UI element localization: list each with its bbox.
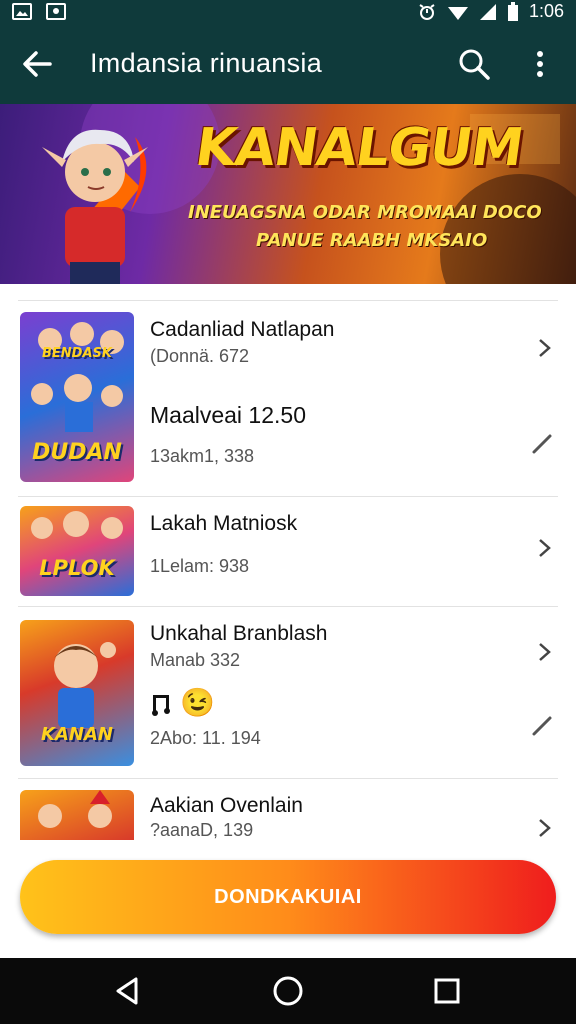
banner-headline: KANALGUM — [191, 118, 527, 178]
hero-character-image — [42, 129, 148, 284]
item-subtitle: Manab 332 — [150, 650, 241, 670]
status-bar: 1:06 — [0, 0, 576, 24]
emoji-wink: 😉 — [180, 687, 215, 718]
status-time: 1:06 — [528, 1, 564, 21]
game-thumbnail: KANAN — [20, 620, 134, 766]
item-subtitle: ?aanaD, 139 — [150, 820, 254, 840]
thumbnail-caption: LPLOK — [39, 556, 115, 580]
item-price: Maalveai 12.50 — [150, 402, 306, 428]
signal-icon — [479, 3, 496, 20]
item-subtitle: (Donnä. 672 — [150, 346, 250, 366]
wifi-icon — [447, 6, 468, 20]
promo-banner[interactable]: KANALGUM INEUAGSNA ODAR MROMAAI DOCO PAN… — [0, 104, 576, 284]
divider — [18, 300, 558, 301]
thumbnail-top-caption: BENDASK — [42, 346, 112, 361]
back-triangle-icon[interactable] — [112, 974, 146, 1008]
search-icon[interactable] — [456, 46, 492, 82]
home-circle-icon[interactable] — [271, 974, 305, 1008]
item-subtitle: 1Lelam: 938 — [150, 556, 250, 576]
banner-subtitle-2: PANUE RAABH MKSAIO — [256, 230, 488, 251]
more-vert-icon[interactable] — [526, 46, 554, 82]
item-detail: 13akm1, 338 — [150, 446, 255, 466]
divider — [18, 778, 558, 779]
alarm-icon — [419, 3, 435, 20]
battery-icon — [507, 1, 518, 21]
item-title: Unkahal Branblash — [150, 622, 328, 645]
chevron-right-icon[interactable] — [532, 816, 556, 840]
chevron-right-icon[interactable] — [532, 640, 556, 664]
photo-icon — [46, 3, 66, 20]
thumbnail-caption: DUDAN — [32, 440, 122, 465]
item-title: Aakian Ovenlain — [150, 794, 303, 817]
game-thumbnail: LPLOK — [20, 506, 134, 596]
app-bar: Imdansia rinuansia — [0, 24, 576, 104]
chevron-right-icon[interactable] — [532, 536, 556, 560]
download-button[interactable]: DONDKAKUIAI — [20, 860, 556, 934]
chevron-right-icon[interactable] — [532, 336, 556, 360]
system-nav-bar — [0, 958, 576, 1024]
divider — [18, 606, 558, 607]
edit-pencil-icon[interactable] — [530, 712, 556, 738]
game-thumbnail — [20, 790, 134, 840]
game-thumbnail: BENDASK DUDAN — [20, 312, 134, 482]
edit-pencil-icon[interactable] — [530, 430, 556, 456]
thumbnail-caption: KANAN — [41, 724, 113, 745]
divider — [18, 496, 558, 497]
gallery-icon — [12, 3, 32, 20]
recents-square-icon[interactable] — [430, 974, 464, 1008]
item-detail: 2Abo: 11. 194 — [150, 728, 261, 748]
music-note-icon — [152, 695, 170, 716]
download-button-label: DONDKAKUIAI — [214, 885, 362, 908]
item-title: Lakah Matniosk — [150, 512, 298, 535]
banner-subtitle-1: INEUAGSNA ODAR MROMAAI DOCO — [188, 202, 542, 223]
page-title: Imdansia rinuansia — [90, 48, 323, 78]
item-title: Cadanliad Natlapan — [150, 318, 335, 341]
back-arrow-icon[interactable] — [18, 46, 58, 82]
